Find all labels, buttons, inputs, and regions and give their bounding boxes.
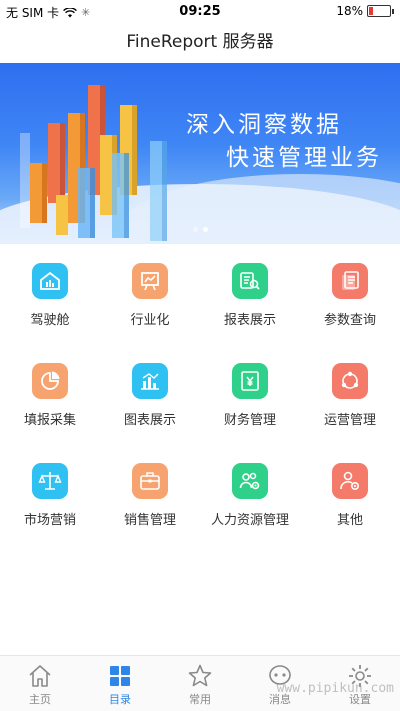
module-tile [332,263,368,299]
scale-icon [38,472,62,490]
easel-chart-icon [141,272,159,291]
carousel-indicator[interactable] [0,227,400,232]
tab-item[interactable]: 主页 [0,656,80,711]
module-tile [32,263,68,299]
tab-label: 主页 [29,693,51,706]
watermark: www.pipikun.com [276,681,394,696]
module-label: 行业化 [130,313,170,328]
yen-document-icon [241,371,259,391]
status-bar: 无 SIM 卡 ✳ 09:25 18% [0,0,400,22]
people-gear-icon [239,472,260,490]
status-right: 18% [336,4,394,18]
module-tile [32,363,68,399]
tab-label: 常用 [189,693,211,706]
module-label: 市场营销 [23,513,76,528]
battery-fill [369,7,373,15]
tab-item[interactable]: 目录 [80,656,160,711]
house-chart-icon [40,271,60,290]
tab-label: 目录 [109,693,131,706]
module-label: 图表展示 [123,413,176,428]
module-item[interactable]: 参数查询 [300,255,400,355]
tab-item[interactable]: 常用 [160,656,240,711]
module-tile [132,263,168,299]
battery-tip [392,8,394,14]
home-icon [29,665,51,687]
grid-icon [110,666,130,686]
module-tile [232,263,268,299]
module-label: 填报采集 [23,413,76,428]
module-item[interactable]: 市场营销 [0,455,100,555]
module-item[interactable]: 行业化 [100,255,200,355]
module-tile [32,463,68,499]
carousel-dot-1[interactable] [192,227,198,232]
module-tile [232,363,268,399]
module-label: 参数查询 [323,313,376,328]
module-tile [132,363,168,399]
page-title: FineReport 服务器 [126,32,274,52]
carousel-dot-2[interactable] [202,227,208,232]
banner-3d-bars-illustration [20,85,167,241]
module-label: 其他 [336,513,363,528]
module-label: 财务管理 [223,413,276,428]
star-icon [188,664,212,687]
banner-headline-1: 深入洞察数据 [186,112,342,138]
bar-chart-icon [141,373,159,390]
module-label: 人力资源管理 [210,513,289,528]
module-item[interactable]: 销售管理 [100,455,200,555]
module-item[interactable]: 其他 [300,455,400,555]
person-gear-icon [340,471,360,491]
magnifier-list-icon [240,272,260,290]
module-item[interactable]: 财务管理 [200,355,300,455]
briefcase-icon [140,472,160,490]
module-item[interactable]: 报表展示 [200,255,300,355]
module-item[interactable]: 填报采集 [0,355,100,455]
battery-percent: 18% [336,4,363,18]
module-item[interactable]: 运营管理 [300,355,400,455]
module-item[interactable]: 人力资源管理 [200,455,300,555]
module-tile [232,463,268,499]
module-label: 报表展示 [223,313,276,328]
banner-carousel[interactable]: 深入洞察数据 快速管理业务 [0,63,400,244]
module-tile [332,363,368,399]
banner-headline-2: 快速管理业务 [226,145,382,171]
pie-chart-icon [41,371,60,390]
module-tile [332,463,368,499]
module-label: 运营管理 [323,413,376,428]
documents-icon [342,271,359,290]
cycle-nodes-icon [341,371,359,389]
module-grid: 驾驶舱 行业化 报表展示 参数查询 填报采集 图表展示 财务管理 运营管理 市场… [0,255,400,555]
module-tile [132,463,168,499]
battery-icon [367,5,391,17]
module-label: 销售管理 [123,513,176,528]
module-item[interactable]: 图表展示 [100,355,200,455]
module-label: 驾驶舱 [30,313,70,328]
module-item[interactable]: 驾驶舱 [0,255,100,355]
